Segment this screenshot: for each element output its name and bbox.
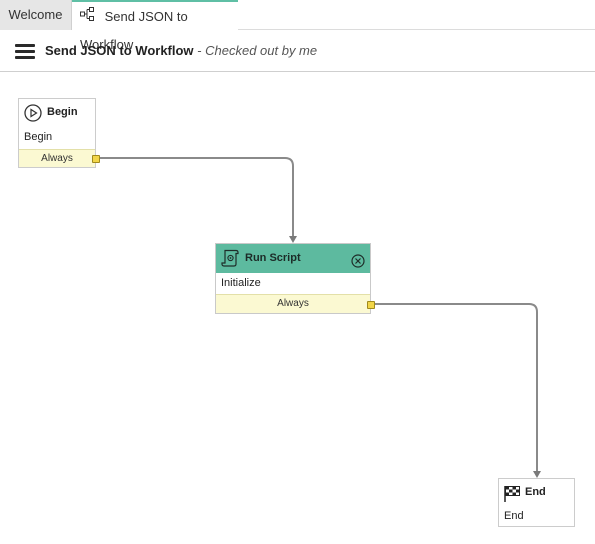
begin-condition-always[interactable]: Always — [19, 149, 100, 167]
run-script-condition-always[interactable]: Always — [216, 294, 375, 313]
page-title: Send JSON to Workflow - Checked out by m… — [45, 43, 317, 58]
begin-condition-label: Always — [41, 153, 73, 164]
workflow-header: Send JSON to Workflow - Checked out by m… — [0, 30, 595, 72]
end-activity-title: End — [525, 486, 546, 498]
end-activity-header: End — [499, 479, 574, 506]
run-script-output-port[interactable] — [367, 301, 375, 309]
close-circle-icon[interactable] — [351, 251, 365, 280]
checkout-status: - Checked out by me — [193, 43, 318, 58]
tab-send-json-to-workflow[interactable]: Send JSON to Workflow — [72, 0, 238, 52]
hamburger-menu-icon[interactable] — [15, 44, 35, 60]
play-circle-icon — [24, 104, 42, 133]
tab-welcome-label: Welcome — [8, 7, 63, 22]
begin-activity-title: Begin — [47, 106, 78, 118]
run-script-condition-label: Always — [277, 298, 309, 309]
run-script-activity-title: Run Script — [245, 252, 301, 264]
script-scroll-icon — [221, 248, 241, 280]
workflow-icon — [80, 3, 95, 30]
begin-output-port[interactable] — [92, 155, 100, 163]
workflow-title: Send JSON to Workflow — [45, 43, 194, 58]
checkered-flag-icon — [503, 485, 521, 514]
tab-bar: Welcome Send JSON to Workflow — [0, 0, 595, 52]
begin-activity[interactable]: Begin Begin Always — [18, 98, 100, 168]
tab-welcome[interactable]: Welcome — [0, 0, 72, 30]
end-activity[interactable]: End End — [498, 478, 575, 527]
begin-activity-header: Begin — [19, 99, 95, 126]
run-script-activity[interactable]: Run Script Initialize Always — [215, 243, 375, 314]
run-script-activity-header: Run Script — [216, 244, 370, 273]
